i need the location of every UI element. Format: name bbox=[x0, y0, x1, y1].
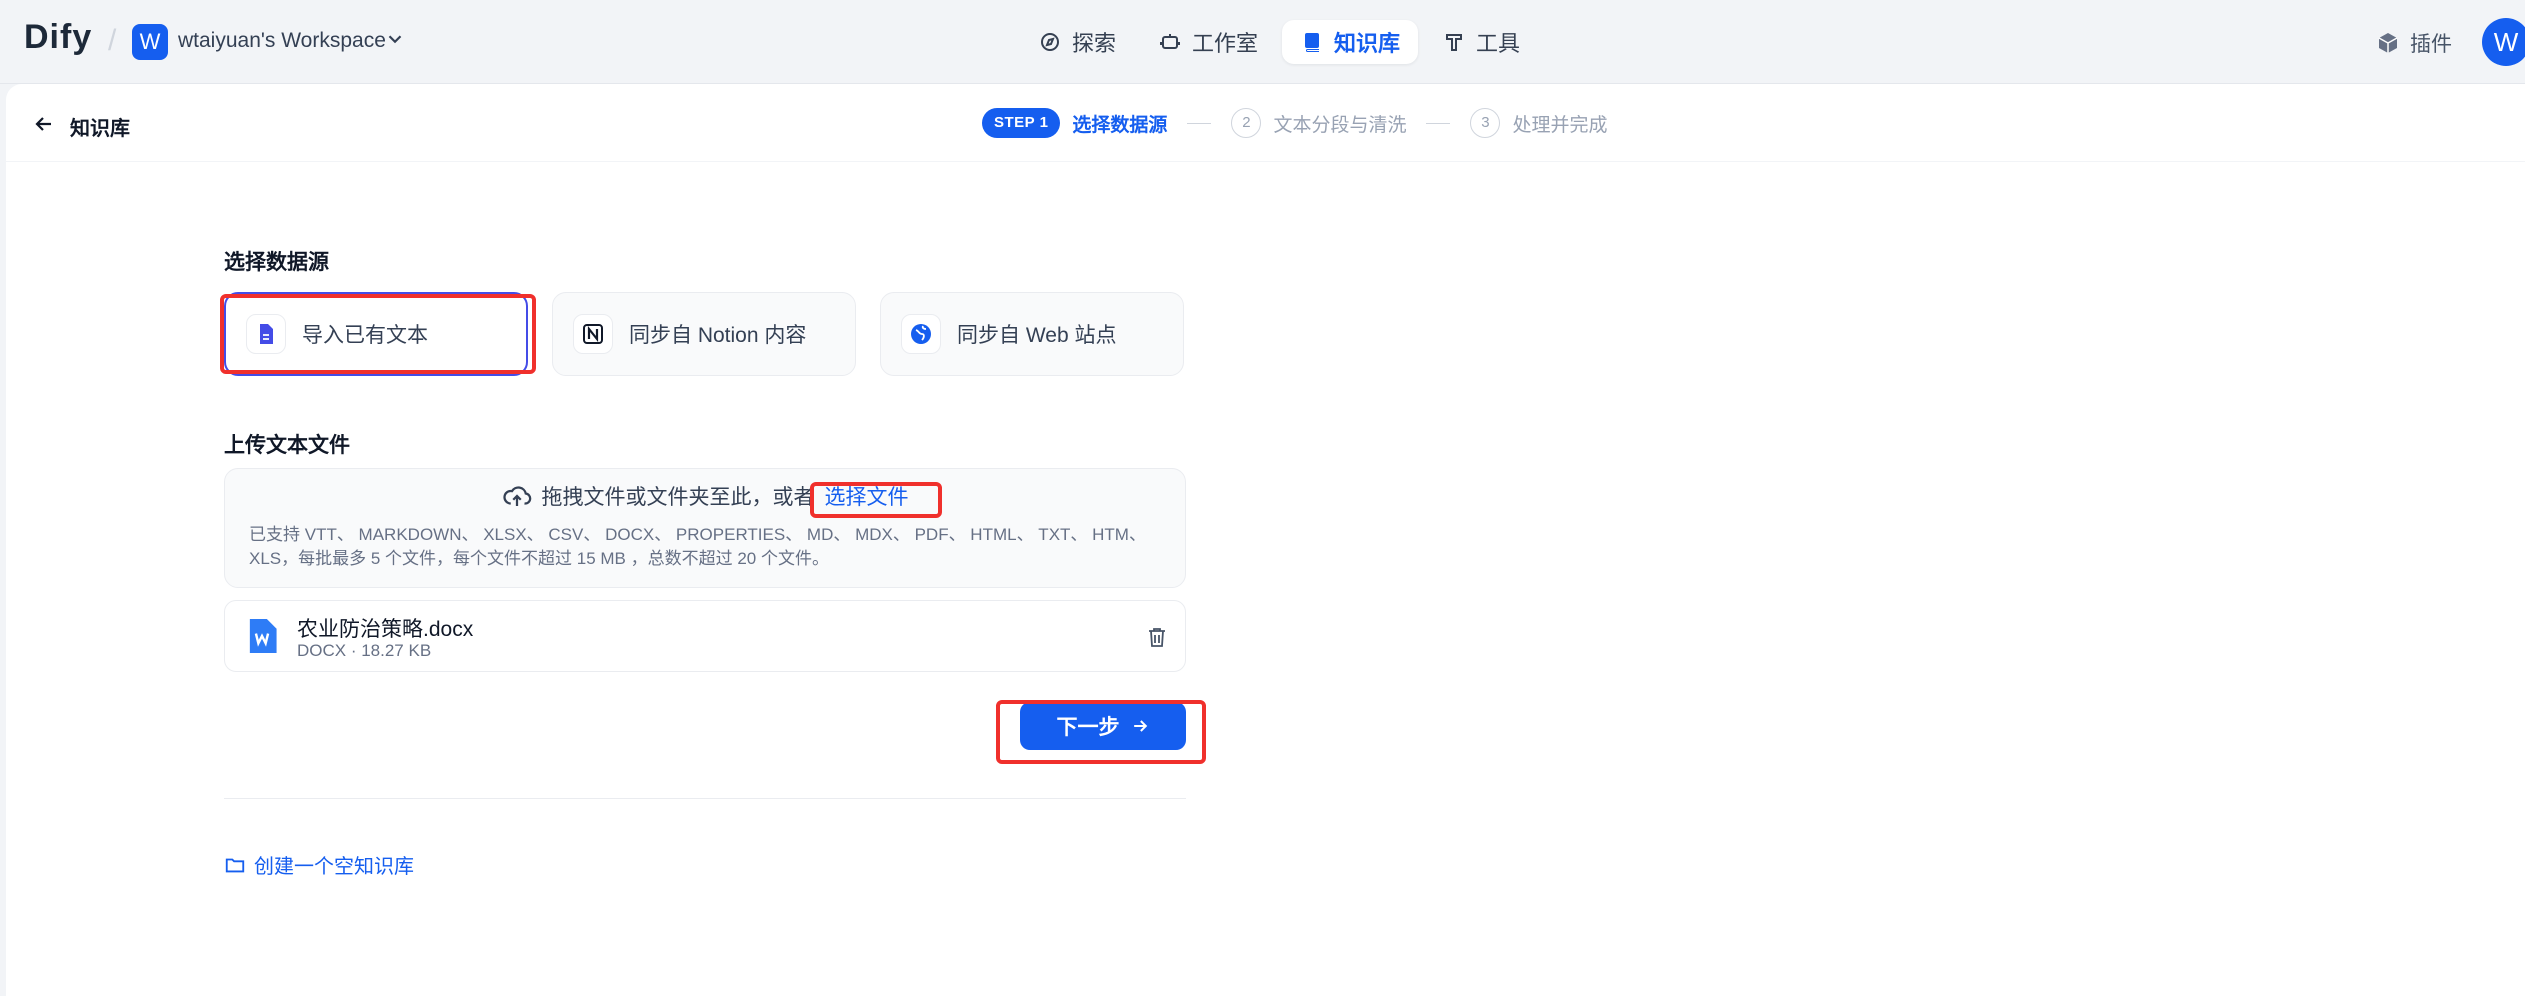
breadcrumb-separator: / bbox=[108, 24, 117, 57]
cloud-upload-icon bbox=[502, 486, 531, 506]
step-2-badge: 2 bbox=[1231, 108, 1262, 138]
datasource-web[interactable]: 同步自 Web 站点 bbox=[880, 292, 1184, 376]
workspace-avatar[interactable]: W bbox=[132, 24, 168, 60]
main-panel: 知识库 STEP 1 选择数据源 2 文本分段与清洗 3 处理并完成 选择数据源… bbox=[6, 84, 2525, 996]
nav-studio[interactable]: 工作室 bbox=[1140, 20, 1276, 64]
robot-icon bbox=[1160, 34, 1181, 49]
step-1-badge: STEP 1 bbox=[982, 108, 1061, 138]
dify-logo[interactable]: Dify bbox=[24, 18, 92, 57]
nav-knowledge-label: 知识库 bbox=[1334, 31, 1401, 56]
create-empty-knowledge-label: 创建一个空知识库 bbox=[254, 856, 414, 878]
compass-icon bbox=[1041, 33, 1059, 51]
highlight-box-datasource bbox=[220, 294, 536, 374]
sub-header: 知识库 STEP 1 选择数据源 2 文本分段与清洗 3 处理并完成 bbox=[6, 84, 2525, 162]
nav-explore-label: 探索 bbox=[1072, 31, 1117, 56]
top-bar: Dify / W wtaiyuan's Workspace 探索 工作室 知识库… bbox=[0, 0, 2525, 84]
book-icon bbox=[1305, 33, 1320, 52]
word-file-icon bbox=[249, 619, 277, 653]
step-3-badge: 3 bbox=[1470, 108, 1501, 138]
step-indicator: STEP 1 选择数据源 2 文本分段与清洗 3 处理并完成 bbox=[982, 108, 1607, 138]
step-divider bbox=[1426, 122, 1451, 124]
step-1-label: 选择数据源 bbox=[1072, 114, 1168, 136]
notion-icon bbox=[583, 324, 603, 344]
nav-tools[interactable]: 工具 bbox=[1424, 20, 1538, 64]
ds-icon-wrap bbox=[901, 314, 941, 354]
dropzone-line: 拖拽文件或文件夹至此，或者 选择文件 bbox=[225, 481, 1185, 511]
dropzone-text: 拖拽文件或文件夹至此，或者 bbox=[541, 486, 815, 509]
nav-tools-label: 工具 bbox=[1476, 31, 1521, 56]
globe-icon bbox=[911, 324, 931, 344]
datasource-notion-label: 同步自 Notion 内容 bbox=[629, 324, 807, 347]
back-label[interactable]: 知识库 bbox=[70, 112, 130, 141]
ds-icon-wrap bbox=[573, 314, 613, 354]
supported-formats-hint: 已支持 VTT、 MARKDOWN、 XLSX、 CSV、 DOCX、 PROP… bbox=[249, 525, 1146, 568]
file-dropzone[interactable]: 拖拽文件或文件夹至此，或者 选择文件 已支持 VTT、 MARKDOWN、 XL… bbox=[224, 468, 1186, 588]
datasource-title: 选择数据源 bbox=[224, 251, 329, 274]
hammer-icon bbox=[1446, 34, 1463, 51]
datasource-web-label: 同步自 Web 站点 bbox=[957, 324, 1117, 347]
main-nav: 探索 工作室 知识库 工具 bbox=[1020, 20, 1538, 64]
uploaded-file-item[interactable]: 农业防治策略.docx DOCX · 18.27 KB bbox=[224, 600, 1186, 672]
trash-icon[interactable] bbox=[1145, 625, 1169, 649]
workspace-name[interactable]: wtaiyuan's Workspace bbox=[178, 29, 386, 53]
plugin-button[interactable]: 插件 bbox=[2376, 28, 2452, 58]
file-name: 农业防治策略.docx bbox=[297, 618, 474, 641]
file-meta: DOCX · 18.27 KB bbox=[297, 641, 432, 660]
chevron-down-icon[interactable] bbox=[384, 28, 406, 50]
upload-title: 上传文本文件 bbox=[224, 434, 350, 457]
step-2-label: 文本分段与清洗 bbox=[1273, 114, 1407, 136]
highlight-box-next bbox=[996, 700, 1206, 764]
folder-icon bbox=[225, 858, 245, 872]
create-empty-knowledge-link[interactable]: 创建一个空知识库 bbox=[224, 850, 414, 879]
step-3-label: 处理并完成 bbox=[1512, 114, 1608, 136]
section-divider bbox=[224, 798, 1186, 799]
nav-studio-label: 工作室 bbox=[1192, 31, 1259, 56]
plugin-label: 插件 bbox=[2410, 33, 2452, 56]
arrow-left-icon[interactable] bbox=[32, 112, 56, 136]
cube-icon bbox=[2378, 33, 2398, 53]
step-divider bbox=[1187, 122, 1212, 124]
user-avatar[interactable]: W bbox=[2482, 18, 2525, 66]
nav-knowledge[interactable]: 知识库 bbox=[1282, 20, 1419, 64]
highlight-box-select-file bbox=[810, 482, 942, 518]
nav-explore[interactable]: 探索 bbox=[1020, 20, 1134, 64]
logo-text: Dify bbox=[24, 18, 93, 56]
datasource-notion[interactable]: 同步自 Notion 内容 bbox=[552, 292, 856, 376]
